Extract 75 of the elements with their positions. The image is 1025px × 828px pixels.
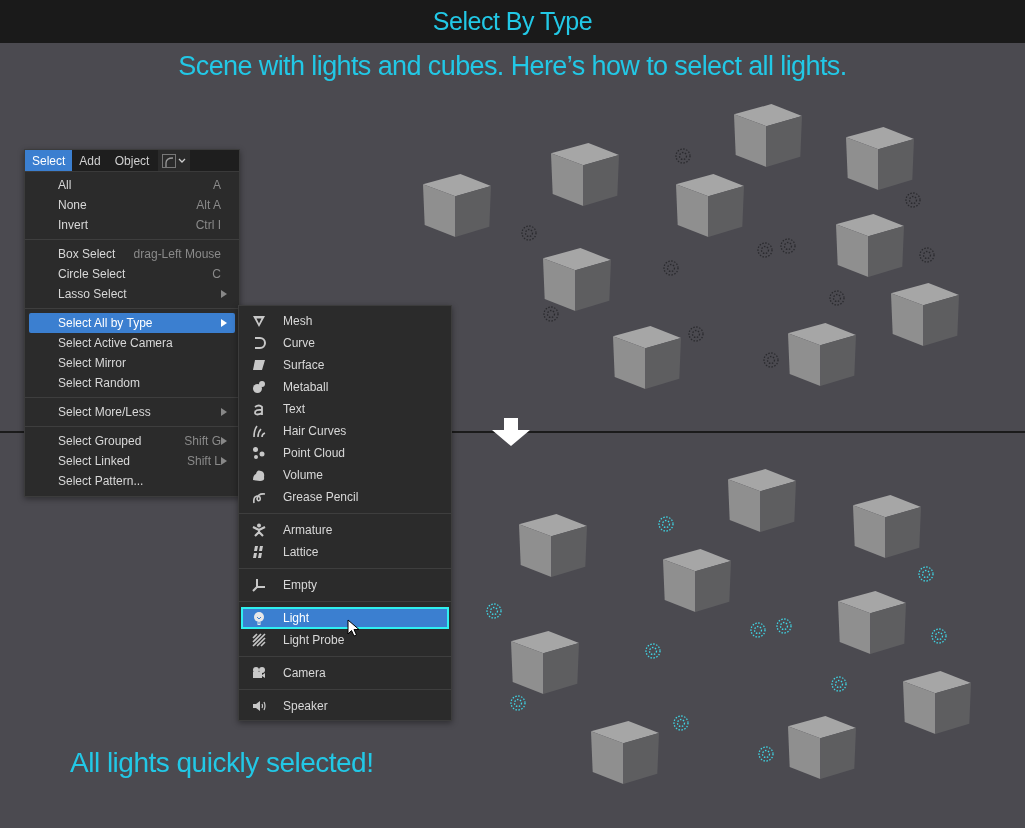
squiggle-icon: [252, 490, 266, 504]
mode-dropdown[interactable]: [158, 150, 191, 171]
hook-icon: [252, 336, 266, 350]
menu-tab[interactable]: Add: [72, 150, 108, 171]
grid-icon: [252, 545, 266, 559]
cube: [846, 127, 914, 190]
cube: [788, 323, 856, 386]
camera-icon: [252, 666, 266, 680]
cube: [838, 591, 906, 654]
letter-icon: [252, 402, 266, 416]
menu-item[interactable]: Surface: [241, 354, 449, 376]
cube: [676, 174, 744, 237]
menu-tab[interactable]: Select: [25, 150, 73, 171]
triangle-icon: [252, 314, 266, 328]
cube: [519, 514, 587, 577]
menu-item[interactable]: Select Mirror: [29, 353, 235, 373]
menu-item[interactable]: Mesh: [241, 310, 449, 332]
cube: [663, 549, 731, 612]
speaker-icon: [252, 699, 266, 713]
curve-square-icon: [162, 153, 177, 168]
cube: [613, 326, 681, 389]
menu-item[interactable]: Select Linked Shift L: [29, 451, 235, 471]
cube: [591, 721, 659, 784]
menu-item[interactable]: Box Select drag-Left Mouse: [29, 244, 235, 264]
subtitle: Scene with lights and cubes. Here’s how to select all lights.: [178, 51, 847, 81]
hatch-icon: [252, 633, 266, 647]
menu-item[interactable]: Light Probe: [241, 629, 449, 651]
chevron-down-icon: [178, 157, 187, 164]
menu-item[interactable]: Hair Curves: [241, 420, 449, 442]
cube: [891, 283, 959, 346]
figure-icon: [252, 523, 266, 537]
menu-item[interactable]: Lasso Select: [29, 284, 235, 304]
menu-item[interactable]: Select Active Camera: [29, 333, 235, 353]
mouse-cursor-icon: [347, 619, 359, 637]
cloud-icon: [252, 468, 266, 482]
caption: All lights quickly selected!: [70, 747, 374, 779]
blobs-icon: [252, 380, 266, 394]
cube: [511, 631, 579, 694]
menu-item[interactable]: Select Grouped Shift G: [29, 431, 235, 451]
strands-icon: [252, 424, 266, 438]
cube: [543, 248, 611, 311]
cube: [551, 143, 619, 206]
axes-icon: [252, 578, 266, 592]
parallelogram-icon: [252, 358, 266, 372]
menu-item[interactable]: Invert Ctrl I: [29, 215, 235, 235]
menu-item[interactable]: Select Pattern...: [29, 471, 235, 491]
menu-tab[interactable]: Object: [107, 150, 157, 171]
menu-item[interactable]: Select More/Less: [29, 402, 235, 422]
cube: [734, 104, 802, 167]
menu-item[interactable]: Point Cloud: [241, 442, 449, 464]
lightbulb-icon: [252, 611, 266, 625]
cube: [423, 174, 491, 237]
menu-item[interactable]: Speaker: [241, 695, 449, 717]
menu-item[interactable]: All A: [29, 175, 235, 195]
cube: [903, 671, 971, 734]
cube: [788, 716, 856, 779]
cube: [836, 214, 904, 277]
menu-item[interactable]: Curve: [241, 332, 449, 354]
menu-item[interactable]: Select Random: [29, 373, 235, 393]
menu-item[interactable]: Metaball: [241, 376, 449, 398]
menu-item[interactable]: Camera: [241, 662, 449, 684]
menu-item[interactable]: None Alt A: [29, 195, 235, 215]
cube: [853, 495, 921, 558]
menu-item[interactable]: Lattice: [241, 541, 449, 563]
menu-item[interactable]: Select All by Type: [29, 313, 235, 333]
menu-item[interactable]: Text: [241, 398, 449, 420]
tutorial-title: Select By Type: [432, 7, 593, 36]
menu-item[interactable]: Empty: [241, 574, 449, 596]
menu-item[interactable]: Grease Pencil: [241, 486, 449, 508]
menu-item[interactable]: Circle Select C: [29, 264, 235, 284]
dots-icon: [252, 446, 266, 460]
cube: [728, 469, 796, 532]
menu-item[interactable]: Armature: [241, 519, 449, 541]
down-arrow-icon: [492, 418, 530, 446]
menu-item[interactable]: Volume: [241, 464, 449, 486]
